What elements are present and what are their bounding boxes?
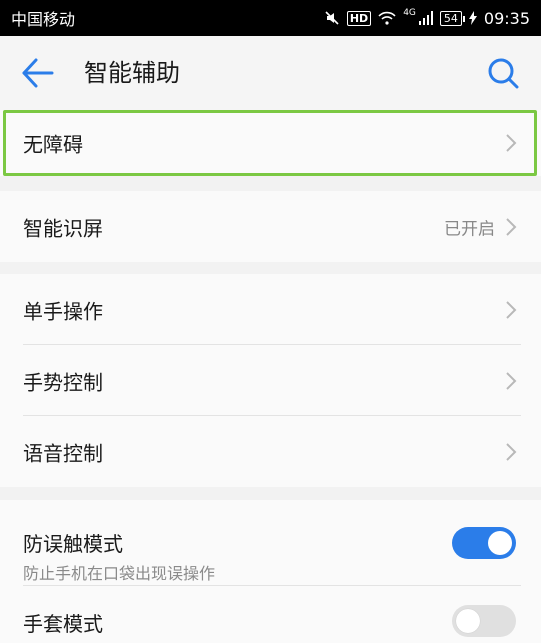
row-label: 手势控制 [23,370,103,394]
battery-icon: 54 [439,10,465,26]
back-button[interactable] [20,56,56,90]
section-accessibility: 无障碍 [0,110,541,176]
glove-mode-toggle[interactable] [452,605,516,637]
voice-control-row[interactable]: 语音控制 [0,416,541,487]
row-label: 防误触模式 [23,532,123,556]
accessibility-row[interactable]: 无障碍 [0,110,541,176]
wifi-icon [378,11,396,25]
page-title: 智能辅助 [84,59,180,87]
row-label: 单手操作 [23,299,103,323]
search-button[interactable] [485,55,521,91]
carrier-name: 中国移动 [11,10,76,29]
status-icons: HD 4G 54 09:35 [324,8,530,28]
network-type: 4G [403,8,416,18]
row-label: 智能识屏 [23,216,103,240]
row-label: 手套模式 [23,612,103,636]
one-hand-row[interactable]: 单手操作 [0,274,541,345]
charging-icon [468,11,477,25]
row-label: 无障碍 [23,132,83,157]
hd-icon: HD [346,10,372,26]
section-smart-screen: 智能识屏 已开启 [0,191,541,262]
smart-screen-row[interactable]: 智能识屏 已开启 [0,191,541,262]
clock: 09:35 [483,8,530,28]
chevron-right-icon [506,300,517,319]
chevron-right-icon [506,371,517,390]
signal-icon [418,11,433,25]
back-arrow-icon [22,58,54,88]
search-icon [488,58,519,89]
chevron-right-icon [506,442,517,461]
pocket-mode-row[interactable]: 防误触模式 防止手机在口袋出现误操作 [0,500,541,586]
toggle-knob [456,609,480,633]
glove-mode-row[interactable]: 手套模式 [0,586,541,643]
row-label: 语音控制 [23,441,103,465]
chevron-right-icon [506,217,517,236]
status-bar: 中国移动 HD 4G 54 09:35 [0,0,541,36]
row-value: 已开启 [444,219,495,239]
section-controls: 单手操作 手势控制 语音控制 [0,274,541,487]
toggle-knob [488,531,512,555]
title-bar: 智能辅助 [0,36,541,110]
section-modes: 防误触模式 防止手机在口袋出现误操作 手套模式 [0,500,541,643]
mute-icon [324,10,340,26]
pocket-mode-toggle[interactable] [452,527,516,559]
row-sublabel: 防止手机在口袋出现误操作 [23,564,216,583]
chevron-right-icon [506,134,517,152]
gesture-control-row[interactable]: 手势控制 [0,345,541,416]
